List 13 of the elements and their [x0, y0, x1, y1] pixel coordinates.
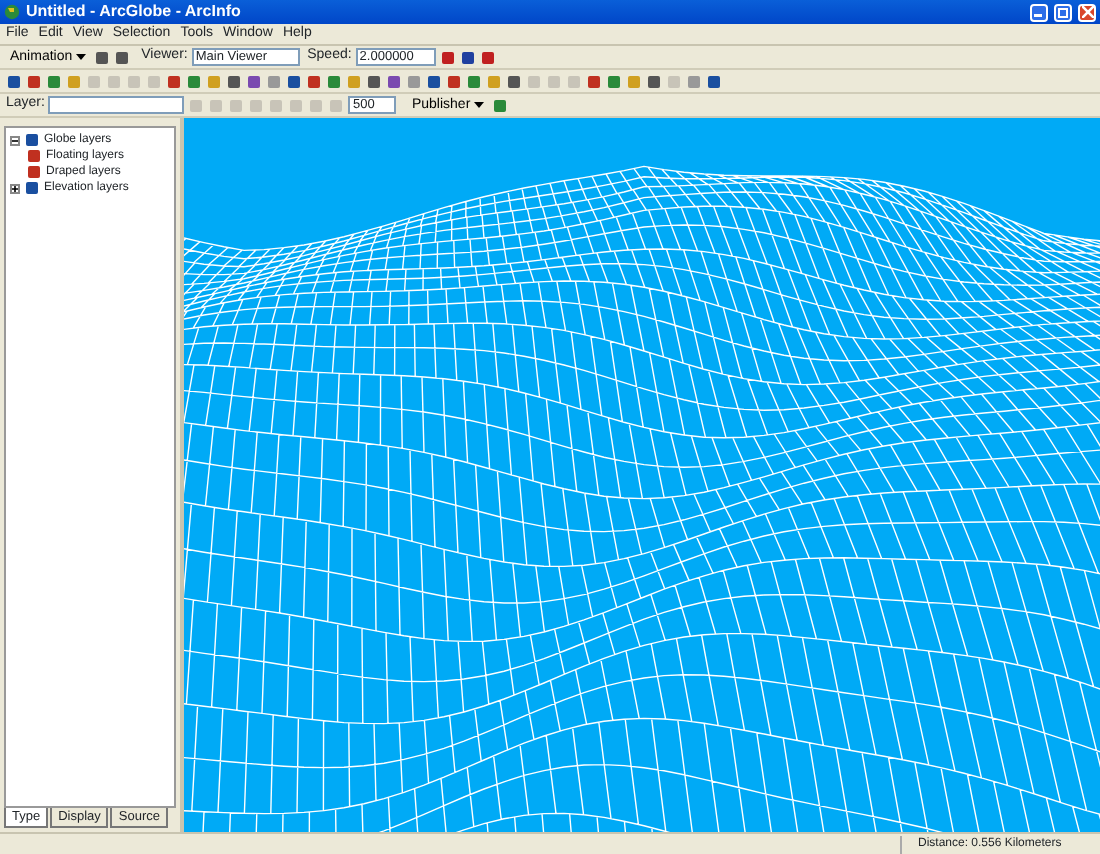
caret-icon — [76, 54, 87, 60]
close-icon — [1081, 6, 1093, 18]
caret-icon — [474, 102, 485, 108]
plus-icon — [12, 185, 18, 191]
restore-button[interactable] — [1054, 3, 1072, 21]
expander-icon[interactable] — [10, 135, 20, 145]
minus-icon — [12, 137, 18, 143]
minimize-button[interactable] — [1030, 3, 1048, 21]
close-button[interactable] — [1078, 3, 1096, 21]
layer-dropdown[interactable] — [48, 96, 185, 114]
window-title: Untitled - ArcGlobe - ArcInfo — [26, 0, 243, 24]
restore-icon — [1057, 6, 1069, 18]
expander-icon[interactable] — [10, 183, 20, 193]
